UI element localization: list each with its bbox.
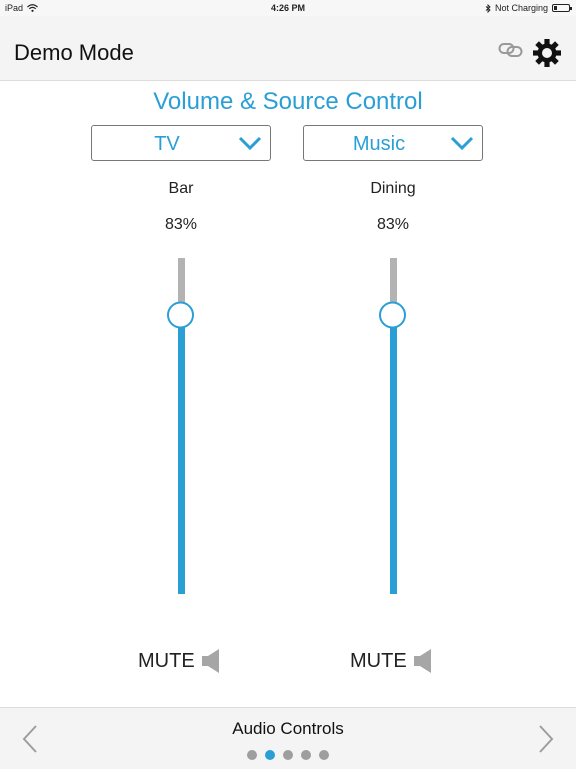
page-dot[interactable] xyxy=(247,750,257,760)
slider-thumb[interactable] xyxy=(379,301,406,329)
volume-slider-dining[interactable] xyxy=(374,258,414,594)
chevron-down-icon xyxy=(450,136,474,150)
page-dot[interactable] xyxy=(301,750,311,760)
bluetooth-icon xyxy=(485,3,491,13)
zone-volume-percent: 83% xyxy=(376,216,410,233)
slider-fill xyxy=(178,315,185,594)
source-select-bar[interactable]: TV xyxy=(91,125,271,161)
link-icon[interactable] xyxy=(498,42,524,58)
source-select-value: TV xyxy=(154,133,180,155)
gear-icon[interactable] xyxy=(532,38,562,68)
zone-name: Bar xyxy=(168,180,194,197)
source-select-value: Music xyxy=(352,133,406,155)
section-title: Volume & Source Control xyxy=(153,88,423,115)
speaker-icon xyxy=(201,649,219,673)
page-dot[interactable] xyxy=(283,750,293,760)
battery-status: Not Charging xyxy=(494,3,548,13)
footer-bar: Audio Controls xyxy=(0,707,576,769)
mute-button-dining[interactable]: MUTE xyxy=(350,648,433,674)
chevron-down-icon xyxy=(238,136,262,150)
status-bar: iPad 4:26 PM Not Charging xyxy=(0,0,576,16)
zone-volume-percent: 83% xyxy=(164,216,198,233)
page-indicator xyxy=(0,750,576,760)
header-bar: Demo Mode xyxy=(0,16,576,81)
battery-icon xyxy=(552,4,572,12)
slider-thumb[interactable] xyxy=(167,301,194,329)
page-dot[interactable] xyxy=(265,750,275,760)
footer-title: Audio Controls xyxy=(232,719,344,738)
speaker-icon xyxy=(413,649,431,673)
mute-label: MUTE xyxy=(138,649,195,672)
slider-fill xyxy=(390,315,397,594)
page-title: Demo Mode xyxy=(14,40,134,65)
volume-slider-bar[interactable] xyxy=(162,258,202,594)
zone-name: Dining xyxy=(370,180,416,197)
page-dot[interactable] xyxy=(319,750,329,760)
mute-label: MUTE xyxy=(350,649,407,672)
mute-button-bar[interactable]: MUTE xyxy=(138,648,221,674)
source-select-dining[interactable]: Music xyxy=(303,125,483,161)
